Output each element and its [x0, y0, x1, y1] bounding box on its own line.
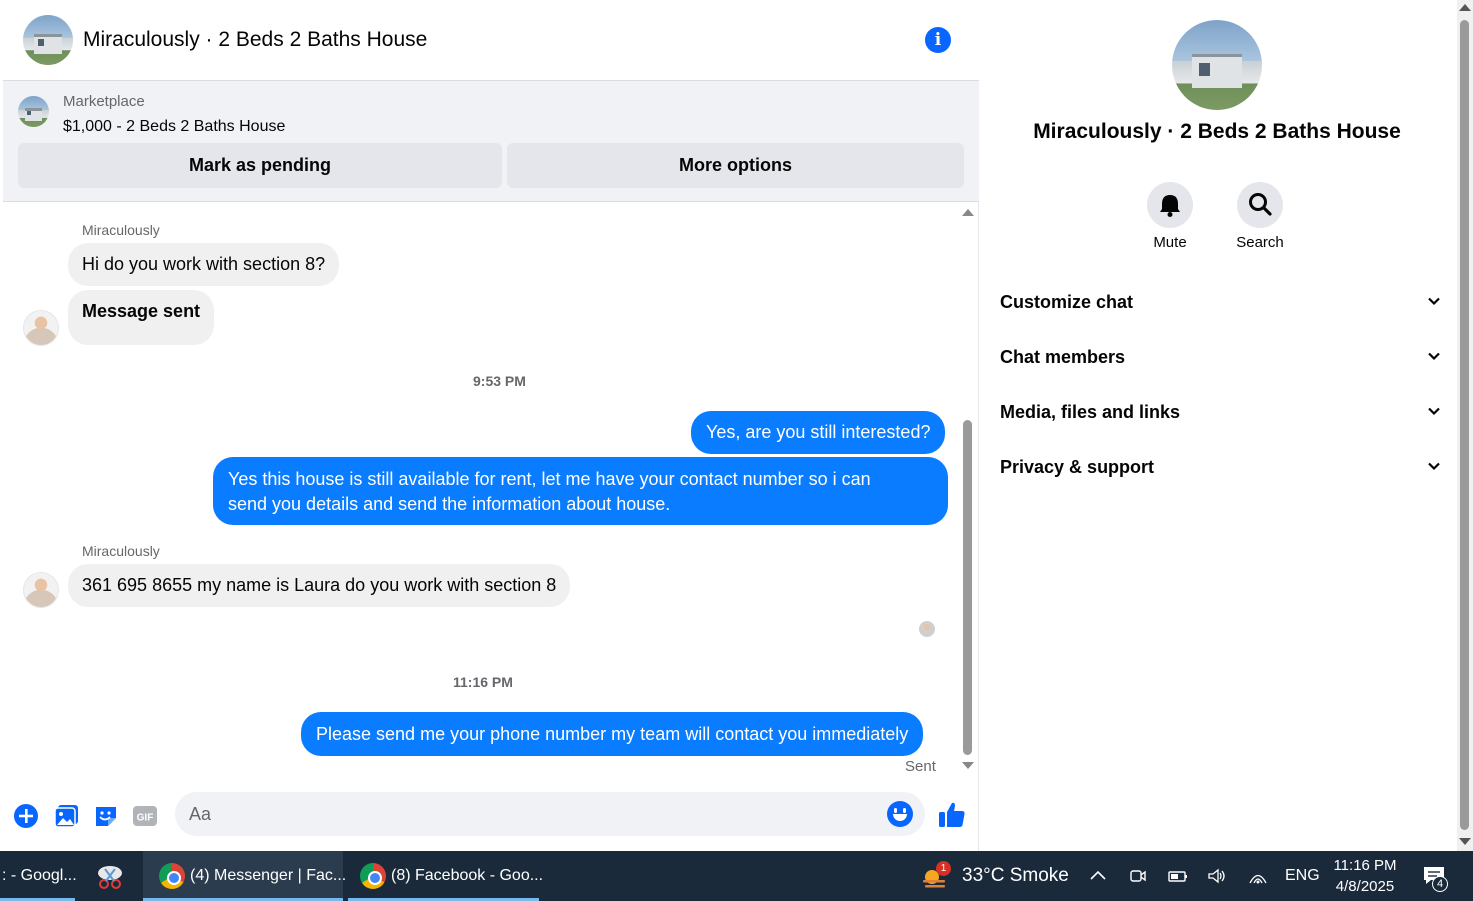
section-label: Customize chat	[1000, 292, 1134, 312]
incoming-message[interactable]: Hi do you work with section 8?	[68, 243, 340, 286]
windows-taskbar: : - Googl... (4) Messenger | Fac... (8) …	[0, 851, 1473, 901]
page-scrollbar[interactable]	[1457, 0, 1473, 851]
outgoing-message[interactable]: Yes, are you still interested?	[691, 411, 946, 454]
scroll-down-arrow[interactable]	[962, 762, 974, 769]
chat-column: Miraculously · 2 Beds 2 Baths House i Ma…	[3, 0, 979, 851]
listing-profile-photo[interactable]	[1172, 20, 1262, 110]
scroll-down-arrow[interactable]	[1459, 838, 1471, 845]
clock-time: 11:16 PM	[1333, 857, 1397, 874]
taskbar-item-label: (8) Facebook - Goo...	[391, 867, 544, 884]
mute-button[interactable]	[1147, 182, 1193, 228]
customize-chat-section[interactable]: Customize chat	[1000, 287, 1440, 317]
plus-circle-icon[interactable]	[13, 803, 39, 829]
bell-icon	[1160, 195, 1180, 217]
chevron-down-icon	[1428, 407, 1440, 416]
notification-count: 4	[1432, 876, 1448, 892]
message-status: Sent	[905, 758, 936, 775]
media-files-links-section[interactable]: Media, files and links	[1000, 397, 1440, 427]
message-scrollbar[interactable]	[960, 207, 974, 773]
search-label: Search	[1236, 234, 1284, 251]
sticker-icon[interactable]	[93, 803, 119, 829]
message-input-box[interactable]	[175, 792, 925, 836]
chevron-down-icon	[1428, 297, 1440, 306]
scroll-thumb[interactable]	[1460, 20, 1469, 830]
search-icon	[1249, 193, 1272, 216]
section-label: Chat members	[1000, 347, 1126, 367]
message-list: Miraculously Hi do you work with section…	[3, 203, 979, 775]
more-options-button[interactable]: More options	[507, 143, 964, 188]
notification-center-button[interactable]: 4	[1422, 865, 1452, 893]
message-input[interactable]	[189, 792, 879, 836]
sender-name: Miraculously	[82, 222, 160, 238]
weather-text[interactable]: 33°C Smoke	[962, 851, 1069, 901]
snipping-tool-icon[interactable]	[95, 863, 125, 891]
privacy-support-section[interactable]: Privacy & support	[1000, 452, 1440, 482]
volume-icon[interactable]	[1207, 866, 1227, 886]
battery-icon[interactable]	[1168, 866, 1188, 886]
message-line: send you details and send the informatio…	[228, 494, 671, 514]
photo-icon[interactable]	[54, 803, 80, 829]
chevron-down-icon	[1428, 352, 1440, 361]
incoming-message[interactable]: 361 695 8655 my name is Laura do you wor…	[68, 564, 571, 607]
taskbar-clock[interactable]: 11:16 PM 4/8/2025	[1320, 855, 1410, 897]
meet-now-icon[interactable]	[1128, 866, 1148, 886]
mute-label: Mute	[1153, 234, 1187, 251]
taskbar-item-facebook[interactable]: (8) Facebook - Goo...	[348, 851, 543, 901]
chrome-icon	[360, 863, 386, 889]
marketplace-listing-thumbnail[interactable]	[18, 96, 49, 127]
weather-alert-badge: 1	[936, 861, 951, 876]
marketplace-banner: Marketplace $1,000 - 2 Beds 2 Baths Hous…	[3, 81, 979, 202]
gif-icon[interactable]: GIF	[132, 803, 158, 829]
taskbar-item-label: : - Googl...	[2, 867, 77, 884]
chat-title[interactable]: Miraculously · 2 Beds 2 Baths House	[83, 28, 427, 52]
taskbar-item-messenger[interactable]: (4) Messenger | Fac...	[143, 851, 347, 901]
scroll-up-arrow[interactable]	[962, 209, 974, 216]
listing-price-title[interactable]: $1,000 - 2 Beds 2 Baths House	[63, 118, 285, 136]
section-label: Media, files and links	[1000, 402, 1181, 422]
chat-members-section[interactable]: Chat members	[1000, 342, 1440, 372]
taskbar-item-google-chrome[interactable]: : - Googl...	[0, 851, 77, 901]
chat-header: Miraculously · 2 Beds 2 Baths House i	[3, 0, 979, 81]
message-composer: GIF	[3, 780, 979, 850]
message-line: Yes this house is still available for re…	[228, 469, 871, 489]
emoji-icon[interactable]	[887, 801, 913, 827]
message-timestamp: 9:53 PM	[473, 373, 526, 389]
chevron-down-icon	[1428, 462, 1440, 471]
chevron-up-icon[interactable]	[1088, 866, 1108, 886]
conversation-details-panel: Miraculously · 2 Beds 2 Baths House Mute…	[980, 0, 1456, 851]
taskbar-item-label: (4) Messenger | Fac...	[190, 867, 347, 884]
message-timestamp: 11:16 PM	[453, 674, 513, 690]
svg-text:GIF: GIF	[137, 813, 154, 824]
section-label: Privacy & support	[1000, 457, 1155, 477]
outgoing-message[interactable]: Yes this house is still available for re…	[213, 457, 948, 525]
weather-widget-icon[interactable]: 1	[920, 861, 951, 891]
listing-avatar[interactable]	[23, 15, 73, 65]
info-icon[interactable]: i	[925, 27, 951, 53]
outgoing-message[interactable]: Please send me your phone number my team…	[301, 712, 924, 756]
clock-date: 4/8/2025	[1335, 878, 1395, 895]
scroll-thumb[interactable]	[963, 420, 972, 755]
sender-name: Miraculously	[82, 543, 160, 559]
network-icon[interactable]	[1248, 866, 1268, 886]
chrome-icon	[159, 863, 185, 889]
contact-avatar[interactable]	[23, 310, 59, 346]
panel-title: Miraculously · 2 Beds 2 Baths House	[1033, 120, 1401, 143]
search-button[interactable]	[1237, 182, 1283, 228]
contact-avatar[interactable]	[23, 572, 59, 608]
marketplace-label: Marketplace	[63, 93, 145, 110]
seen-avatar	[919, 621, 935, 637]
language-indicator[interactable]: ENG	[1285, 851, 1320, 901]
scroll-up-arrow[interactable]	[1459, 4, 1471, 11]
thumbs-up-icon[interactable]	[937, 800, 967, 830]
incoming-message[interactable]: Message sent	[68, 290, 215, 345]
mark-as-pending-button[interactable]: Mark as pending	[18, 143, 502, 188]
